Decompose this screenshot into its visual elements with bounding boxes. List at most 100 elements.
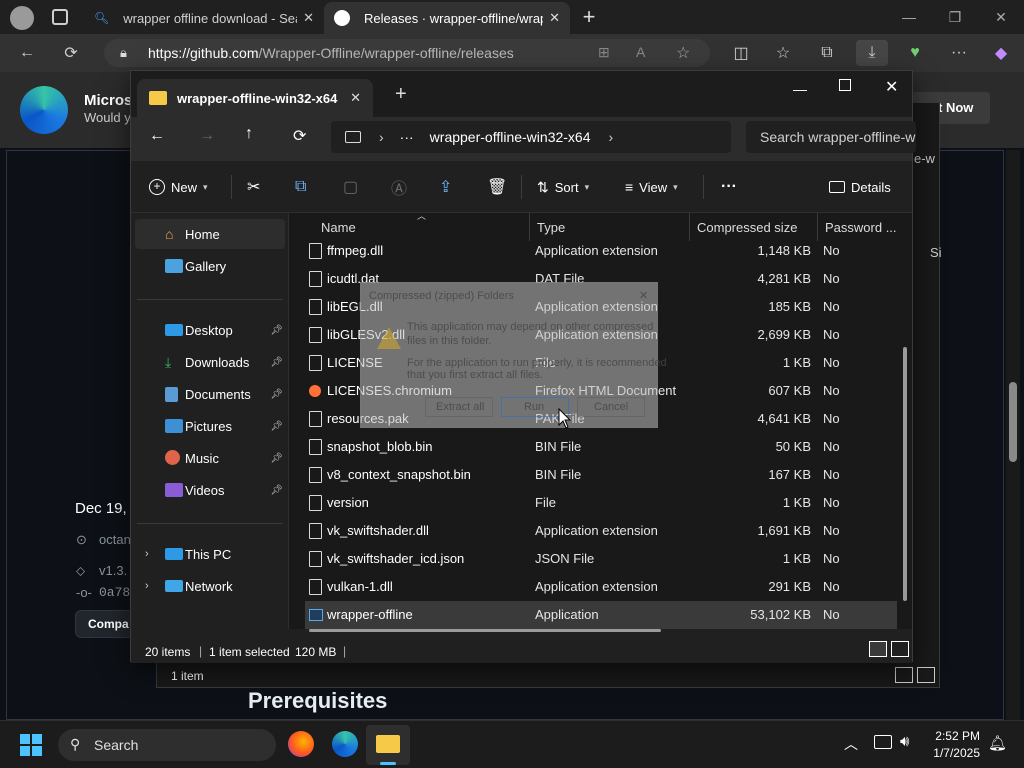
pin-icon[interactable]: 📌︎ — [270, 357, 283, 368]
browser-essentials-icon[interactable]: ♥ — [902, 40, 928, 66]
chevron-right-icon[interactable]: › — [145, 548, 149, 560]
share-button[interactable]: ⇪ — [439, 171, 452, 203]
chevron-up-icon[interactable]: ︿ — [844, 734, 858, 754]
close-icon[interactable]: ✕ — [639, 289, 648, 302]
restore-button[interactable]: ❐ — [932, 0, 978, 34]
refresh-icon[interactable]: ⟳ — [293, 126, 306, 146]
delete-button[interactable]: 🗑︎ — [487, 171, 507, 203]
close-window-button[interactable]: ✕ — [978, 0, 1024, 34]
read-aloud-icon[interactable]: A — [636, 44, 645, 60]
browser-tab-search[interactable]: 🔍︎ wrapper offline download - Searc ✕ — [84, 2, 324, 34]
minimize-button[interactable]: — — [793, 81, 807, 97]
collections-icon[interactable]: ⧉ — [814, 40, 840, 66]
back-arrow-icon[interactable]: ← — [149, 127, 165, 145]
browser-tab-releases[interactable]: Releases · wrapper-offline/wrapp ✕ — [324, 2, 570, 34]
rename-button[interactable]: Ⓐ — [391, 171, 407, 203]
nav-item-home[interactable]: ⌂ Home — [135, 219, 285, 249]
close-tab-icon[interactable]: ✕ — [549, 10, 560, 26]
back-arrow-icon[interactable]: ← — [14, 40, 40, 66]
tab-actions-icon[interactable] — [52, 9, 68, 25]
edge-icon[interactable] — [332, 731, 358, 757]
more-options-button[interactable]: ··· — [721, 171, 737, 203]
new-tab-button[interactable]: + — [578, 4, 600, 30]
breadcrumb[interactable]: › ··· wrapper-offline-win32-x64 › — [331, 121, 731, 153]
nav-item-this-pc[interactable]: › This PC — [135, 539, 285, 569]
app-available-icon[interactable]: ⊞ — [598, 44, 610, 61]
tiles-view-icon[interactable] — [917, 667, 935, 683]
nav-item-music[interactable]: Music 📌︎ — [135, 443, 285, 473]
clock-date[interactable]: 1/7/2025 — [928, 746, 980, 760]
taskbar-search[interactable]: ⚲ Search — [58, 729, 276, 761]
breadcrumb-overflow[interactable]: ··· — [400, 129, 414, 145]
release-commit[interactable]: 0a78 — [99, 585, 130, 600]
notification-bell-icon[interactable]: 🔔︎ — [988, 734, 1007, 752]
paste-button[interactable]: ▢ — [343, 171, 358, 203]
release-tag[interactable]: v1.3. — [99, 563, 127, 578]
page-scrollbar-thumb[interactable] — [1009, 382, 1017, 462]
tiles-view-icon[interactable] — [891, 641, 909, 657]
up-arrow-icon[interactable]: ↑ — [245, 125, 253, 143]
file-explorer-taskbar-button[interactable] — [366, 725, 410, 765]
cancel-button[interactable]: Cancel — [577, 397, 645, 417]
file-row[interactable]: v8_context_snapshot.bin BIN File 167 KB No — [305, 461, 897, 489]
file-row[interactable]: version File 1 KB No — [305, 489, 897, 517]
nav-item-documents[interactable]: Documents 📌︎ — [135, 379, 285, 409]
start-button[interactable] — [20, 734, 42, 756]
settings-more-icon[interactable]: ··· — [946, 40, 972, 66]
profile-avatar[interactable] — [10, 6, 34, 30]
copilot-icon[interactable]: ◆ — [988, 40, 1014, 66]
favorite-star-icon[interactable]: ☆ — [676, 43, 690, 63]
copy-button[interactable]: ⧉ — [295, 171, 306, 203]
extract-all-button[interactable]: Extract all — [425, 397, 493, 417]
nav-item-videos[interactable]: Videos 📌︎ — [135, 475, 285, 505]
close-tab-icon[interactable]: ✕ — [303, 10, 314, 26]
details-view-icon[interactable] — [895, 667, 913, 683]
file-row[interactable]: wrapper-offline Application 53,102 KB No — [305, 601, 897, 629]
maximize-button[interactable] — [839, 79, 851, 91]
close-window-button[interactable]: ✕ — [885, 77, 898, 97]
pin-icon[interactable]: 📌︎ — [270, 421, 283, 432]
new-button[interactable]: + New ▾ — [149, 171, 208, 203]
refresh-icon[interactable]: ⟳ — [58, 40, 84, 66]
forward-arrow-icon[interactable]: → — [199, 127, 215, 145]
search-input[interactable]: Search wrapper-offline-w — [746, 121, 916, 153]
release-author[interactable]: octan — [99, 532, 131, 547]
details-view-icon[interactable] — [869, 641, 887, 657]
clock-time[interactable]: 2:52 PM — [932, 729, 980, 743]
volume-icon[interactable]: 🔊︎ — [900, 733, 909, 750]
file-row[interactable]: vulkan-1.dll Application extension 291 KB N… — [305, 573, 897, 601]
close-tab-icon[interactable]: ✕ — [350, 90, 361, 106]
downloads-icon[interactable]: ⤓ — [856, 40, 888, 66]
explorer-tab[interactable]: wrapper-offline-win32-x64 ✕ — [137, 79, 373, 117]
pin-icon[interactable]: 📌︎ — [270, 325, 283, 336]
split-screen-icon[interactable]: ◫ — [728, 40, 754, 66]
nav-item-desktop[interactable]: Desktop 📌︎ — [135, 315, 285, 345]
nav-item-gallery[interactable]: Gallery — [135, 251, 285, 281]
compare-button[interactable]: Compa — [75, 610, 135, 638]
minimize-button[interactable]: — — [886, 0, 932, 34]
file-row[interactable]: snapshot_blob.bin BIN File 50 KB No — [305, 433, 897, 461]
file-row[interactable]: vk_swiftshader_icd.json JSON File 1 KB No — [305, 545, 897, 573]
page-scrollbar[interactable] — [1006, 150, 1020, 720]
sort-button[interactable]: ⇅ Sort ▾ — [537, 171, 589, 203]
chevron-right-icon[interactable]: › — [145, 580, 149, 592]
file-row[interactable]: vk_swiftshader.dll Application extension 1… — [305, 517, 897, 545]
nav-item-network[interactable]: › Network — [135, 571, 285, 601]
vertical-scrollbar-thumb[interactable] — [903, 347, 907, 601]
nav-item-pictures[interactable]: Pictures 📌︎ — [135, 411, 285, 441]
pin-icon[interactable]: 📌︎ — [270, 453, 283, 464]
view-button[interactable]: ≡ View ▾ — [625, 171, 678, 203]
nav-item-downloads[interactable]: ⤓ Downloads 📌︎ — [135, 347, 285, 377]
cut-button[interactable]: ✂ — [247, 171, 260, 203]
file-row[interactable]: ffmpeg.dll Application extension 1,148 KB N… — [305, 237, 897, 265]
pin-icon[interactable]: 📌︎ — [270, 485, 283, 496]
new-tab-button[interactable]: + — [395, 83, 407, 106]
network-icon[interactable] — [874, 735, 892, 749]
favorites-icon[interactable]: ☆ — [770, 40, 796, 66]
url-bar[interactable]: 🔒︎ https://github.com/Wrapper-Offline/wr… — [104, 39, 710, 67]
details-pane-button[interactable]: Details — [829, 171, 891, 203]
horizontal-scrollbar-thumb[interactable] — [309, 629, 661, 632]
pin-icon[interactable]: 📌︎ — [270, 389, 283, 400]
firefox-icon[interactable] — [288, 731, 314, 757]
breadcrumb-current[interactable]: wrapper-offline-win32-x64 — [430, 129, 591, 145]
